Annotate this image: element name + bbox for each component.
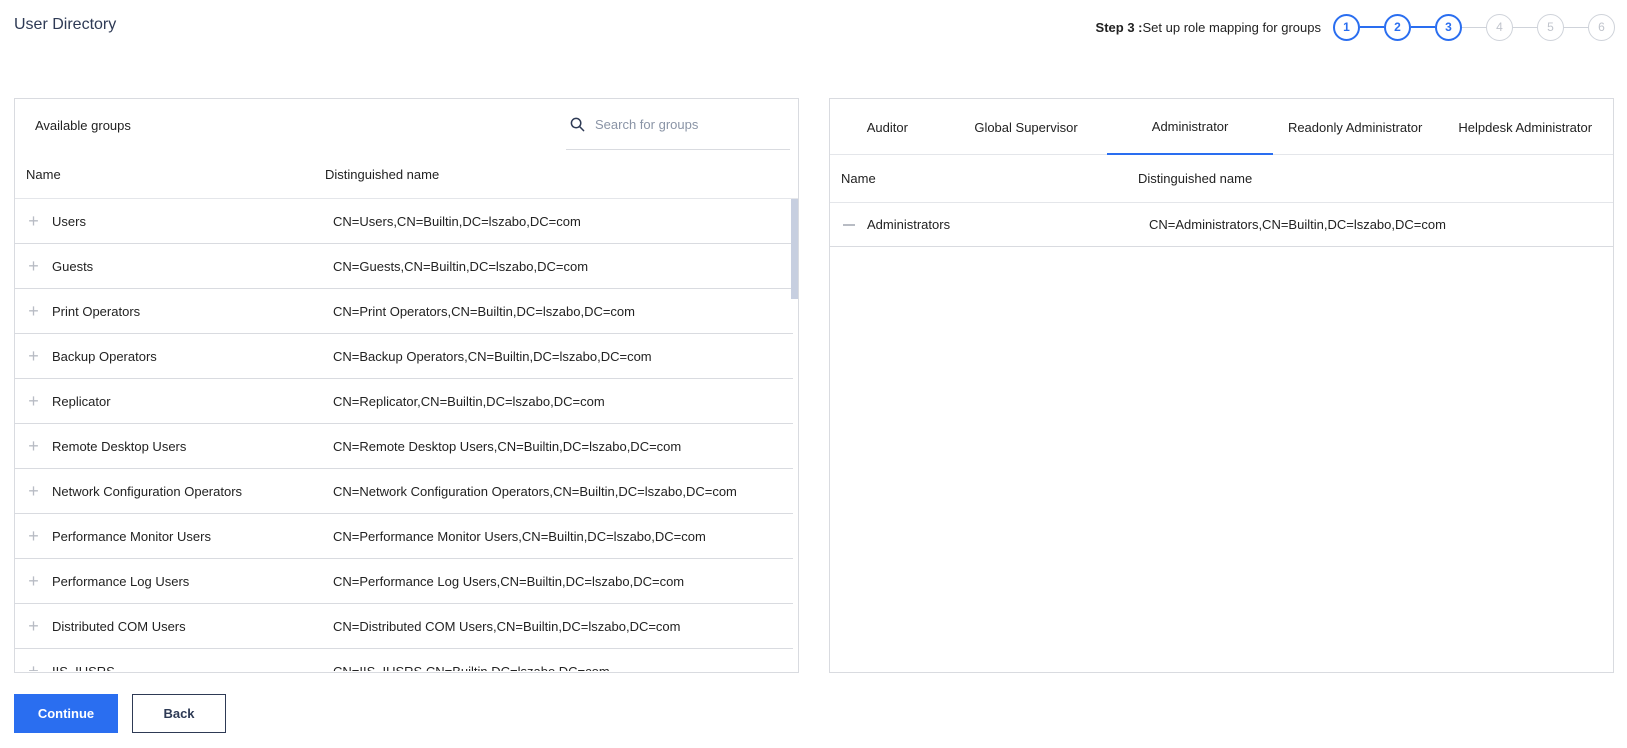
group-distinguished-name: CN=Backup Operators,CN=Builtin,DC=lszabo… bbox=[333, 348, 652, 364]
group-distinguished-name: CN=Performance Monitor Users,CN=Builtin,… bbox=[333, 528, 706, 544]
add-icon[interactable]: + bbox=[15, 436, 52, 457]
role-mapping-panel: Auditor Global Supervisor Administrator Rea… bbox=[829, 98, 1614, 673]
group-distinguished-name: CN=Remote Desktop Users,CN=Builtin,DC=ls… bbox=[333, 438, 682, 454]
group-distinguished-name: CN=Network Configuration Operators,CN=Bu… bbox=[333, 483, 737, 499]
add-icon[interactable]: + bbox=[15, 616, 52, 637]
step-connector bbox=[1513, 26, 1537, 28]
table-row[interactable]: + Replicator CN=Replicator,CN=Builtin,DC=l… bbox=[15, 379, 793, 424]
table-row[interactable]: + Distributed COM Users CN=Distributed COM… bbox=[15, 604, 793, 649]
group-distinguished-name: CN=Distributed COM Users,CN=Builtin,DC=l… bbox=[333, 618, 681, 634]
tab-global-supervisor[interactable]: Global Supervisor bbox=[945, 99, 1108, 155]
group-name: Remote Desktop Users bbox=[52, 438, 187, 454]
group-name: Guests bbox=[52, 258, 94, 274]
group-distinguished-name: CN=Administrators,CN=Builtin,DC=lszabo,D… bbox=[1149, 217, 1446, 232]
search-input[interactable] bbox=[595, 117, 765, 132]
add-icon[interactable]: + bbox=[15, 661, 52, 672]
table-row[interactable]: + Guests CN=Guests,CN=Builtin,DC=lszabo,DC… bbox=[15, 244, 793, 289]
table-row[interactable]: + Remote Desktop Users CN=Remote Desktop U… bbox=[15, 424, 793, 469]
group-distinguished-name: CN=IIS_IUSRS,CN=Builtin,DC=lszabo,DC=com bbox=[333, 663, 610, 672]
table-row[interactable]: + IIS_IUSRS CN=IIS_IUSRS,CN=Builtin,DC=lsz… bbox=[15, 649, 793, 672]
back-button[interactable]: Back bbox=[132, 694, 226, 733]
add-icon[interactable]: + bbox=[15, 346, 52, 367]
group-name: Print Operators bbox=[52, 303, 141, 319]
continue-button[interactable]: Continue bbox=[14, 694, 118, 733]
tab-auditor[interactable]: Auditor bbox=[830, 99, 945, 155]
group-name: Administrators bbox=[867, 217, 951, 232]
add-icon[interactable]: + bbox=[15, 301, 52, 322]
step-connector bbox=[1462, 26, 1486, 28]
step-5: 5 bbox=[1537, 13, 1564, 41]
add-icon[interactable]: + bbox=[15, 481, 52, 502]
group-name: Performance Monitor Users bbox=[52, 528, 211, 544]
add-icon[interactable]: + bbox=[15, 571, 52, 592]
group-distinguished-name: CN=Replicator,CN=Builtin,DC=lszabo,DC=co… bbox=[333, 393, 605, 409]
table-row[interactable]: + Performance Log Users CN=Performance Log… bbox=[15, 559, 793, 604]
group-name: Users bbox=[52, 213, 86, 229]
group-name: IIS_IUSRS bbox=[52, 663, 115, 672]
scrollbar-thumb[interactable] bbox=[791, 199, 798, 299]
table-row[interactable]: Administrators CN=Administrators,CN=Built… bbox=[830, 203, 1613, 247]
available-groups-column-header: Name Distinguished name bbox=[15, 151, 798, 199]
role-tabs: Auditor Global Supervisor Administrator Rea… bbox=[830, 99, 1613, 155]
group-name: Distributed COM Users bbox=[52, 618, 186, 634]
column-distinguished-name[interactable]: Distinguished name bbox=[325, 167, 439, 182]
group-name: Replicator bbox=[52, 393, 111, 409]
table-row[interactable]: + Print Operators CN=Print Operators,CN=Bu… bbox=[15, 289, 793, 334]
step-text: Set up role mapping for groups bbox=[1142, 19, 1322, 35]
tab-helpdesk-administrator[interactable]: Helpdesk Administrator bbox=[1437, 99, 1613, 155]
add-icon[interactable]: + bbox=[15, 256, 52, 277]
step-3: 3 bbox=[1435, 13, 1462, 41]
mapped-groups-list: Administrators CN=Administrators,CN=Built… bbox=[830, 203, 1613, 247]
group-distinguished-name: CN=Performance Log Users,CN=Builtin,DC=l… bbox=[333, 573, 685, 589]
group-distinguished-name: CN=Guests,CN=Builtin,DC=lszabo,DC=com bbox=[333, 258, 589, 274]
add-icon[interactable]: + bbox=[15, 211, 52, 232]
tab-readonly-administrator[interactable]: Readonly Administrator bbox=[1273, 99, 1438, 155]
available-groups-panel: Available groups Name Distinguished name… bbox=[14, 98, 799, 673]
step-1: 1 bbox=[1333, 13, 1360, 41]
group-distinguished-name: CN=Users,CN=Builtin,DC=lszabo,DC=com bbox=[333, 213, 581, 229]
mapped-groups-column-header: Name Distinguished name bbox=[830, 155, 1613, 203]
add-icon[interactable]: + bbox=[15, 391, 52, 412]
wizard-stepper: Step 3 :Set up role mapping for groups 1… bbox=[1096, 13, 1615, 41]
column-name[interactable]: Name bbox=[15, 167, 325, 182]
table-row[interactable]: + Performance Monitor Users CN=Performance… bbox=[15, 514, 793, 559]
available-groups-list[interactable]: + Users CN=Users,CN=Builtin,DC=lszabo,DC=c… bbox=[15, 199, 798, 671]
group-name: Network Configuration Operators bbox=[52, 483, 243, 499]
table-row[interactable]: + Backup Operators CN=Backup Operators,CN=… bbox=[15, 334, 793, 379]
group-name: Performance Log Users bbox=[52, 573, 190, 589]
add-icon[interactable]: + bbox=[15, 526, 52, 547]
step-connector bbox=[1360, 26, 1384, 28]
step-indicators: 123456 bbox=[1333, 13, 1615, 41]
tab-administrator[interactable]: Administrator bbox=[1107, 99, 1273, 155]
group-name: Backup Operators bbox=[52, 348, 157, 364]
remove-icon[interactable] bbox=[830, 223, 867, 226]
column-name[interactable]: Name bbox=[830, 171, 1138, 186]
column-distinguished-name[interactable]: Distinguished name bbox=[1138, 171, 1252, 186]
page-title: User Directory bbox=[14, 16, 117, 33]
available-groups-header: Available groups bbox=[15, 99, 798, 151]
search-icon bbox=[570, 117, 585, 132]
group-distinguished-name: CN=Print Operators,CN=Builtin,DC=lszabo,… bbox=[333, 303, 635, 319]
step-connector bbox=[1411, 26, 1435, 28]
step-connector bbox=[1564, 26, 1588, 28]
step-prefix: Step 3 : bbox=[1095, 19, 1143, 35]
step-caption: Step 3 :Set up role mapping for groups bbox=[1096, 20, 1321, 35]
step-2: 2 bbox=[1384, 13, 1411, 41]
step-4: 4 bbox=[1486, 13, 1513, 41]
available-groups-title: Available groups bbox=[35, 117, 131, 133]
step-6: 6 bbox=[1588, 13, 1615, 41]
table-row[interactable]: + Network Configuration Operators CN=Netwo… bbox=[15, 469, 793, 514]
search-box bbox=[566, 100, 790, 150]
table-row[interactable]: + Users CN=Users,CN=Builtin,DC=lszabo,DC=c… bbox=[15, 199, 793, 244]
